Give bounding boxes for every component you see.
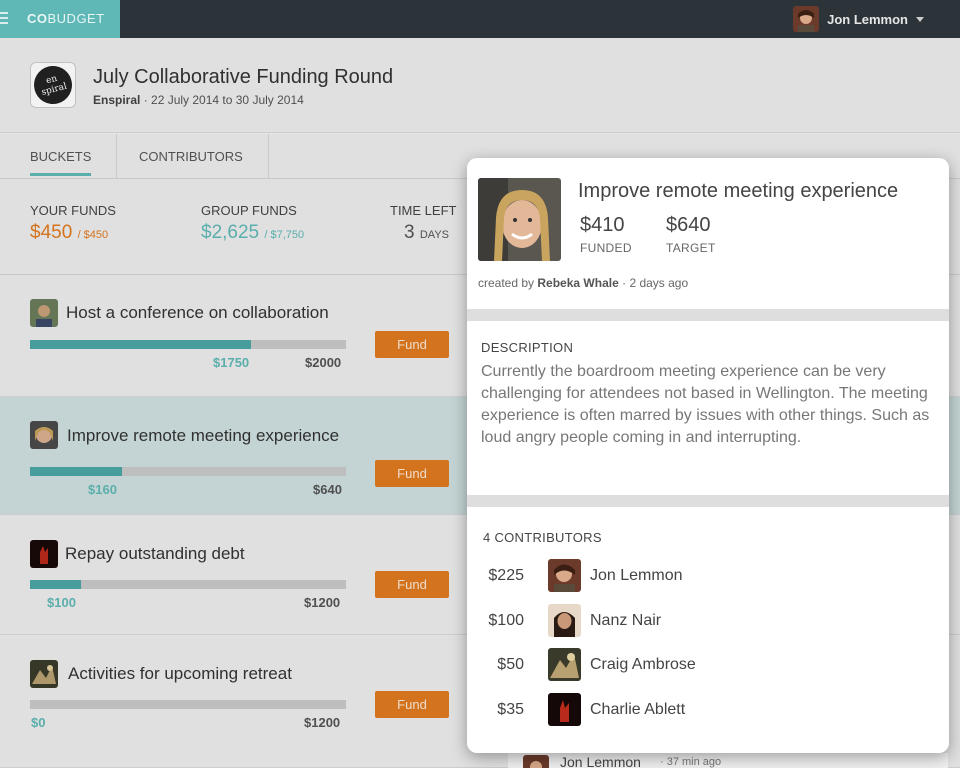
bucket-detail-title: Improve remote meeting experience bbox=[578, 180, 899, 202]
contributor-avatar[interactable] bbox=[548, 693, 581, 726]
comment-time: · 37 min ago bbox=[660, 756, 722, 768]
contributor-avatar[interactable] bbox=[548, 648, 581, 681]
contributor-name[interactable]: Charlie Ablett bbox=[590, 701, 685, 719]
contribution-amount: $225 bbox=[488, 567, 524, 584]
contributor-row: $50 Craig Ambrose bbox=[467, 648, 949, 684]
contributor-row: $35 Charlie Ablett bbox=[467, 693, 949, 729]
target-stat: $640 TARGET bbox=[666, 214, 716, 255]
funded-stat: $410 FUNDED bbox=[580, 214, 632, 255]
user-name[interactable]: Jon Lemmon bbox=[827, 12, 908, 27]
avatar bbox=[523, 755, 549, 768]
divider bbox=[467, 309, 949, 321]
contributors-label: 4 CONTRIBUTORS bbox=[483, 530, 602, 545]
comment-author[interactable]: Jon Lemmon bbox=[560, 754, 641, 768]
brand-block[interactable]: COBUDGET bbox=[0, 0, 120, 38]
contributor-name[interactable]: Craig Ambrose bbox=[590, 656, 696, 674]
hamburger-menu-icon[interactable] bbox=[0, 9, 8, 29]
contribution-amount: $35 bbox=[497, 701, 524, 718]
contributor-name[interactable]: Nanz Nair bbox=[590, 612, 661, 630]
comment-item: Jon Lemmon · 37 min ago bbox=[508, 753, 948, 768]
divider bbox=[467, 495, 949, 507]
chevron-down-icon[interactable] bbox=[916, 16, 924, 22]
contribution-amount: $100 bbox=[488, 612, 524, 629]
created-by: created by Rebeka Whale · 2 days ago bbox=[478, 276, 689, 290]
contribution-amount: $50 bbox=[497, 656, 524, 673]
contributor-row: $100 Nanz Nair bbox=[467, 604, 949, 640]
bucket-photo bbox=[478, 178, 561, 261]
contributor-avatar[interactable] bbox=[548, 604, 581, 637]
top-navbar: COBUDGET Jon Lemmon bbox=[0, 0, 960, 38]
creator-name[interactable]: Rebeka Whale bbox=[537, 276, 618, 290]
user-menu[interactable]: Jon Lemmon bbox=[793, 5, 924, 33]
app-logo[interactable]: COBUDGET bbox=[27, 11, 105, 26]
bucket-detail-card: Improve remote meeting experience $410 F… bbox=[467, 158, 949, 753]
contributor-avatar[interactable] bbox=[548, 559, 581, 592]
contributor-name[interactable]: Jon Lemmon bbox=[590, 567, 683, 585]
description-text: Currently the boardroom meeting experien… bbox=[481, 363, 930, 446]
user-avatar bbox=[793, 6, 820, 32]
contributor-row: $225 Jon Lemmon bbox=[467, 559, 949, 595]
description-label: DESCRIPTION bbox=[481, 340, 574, 355]
